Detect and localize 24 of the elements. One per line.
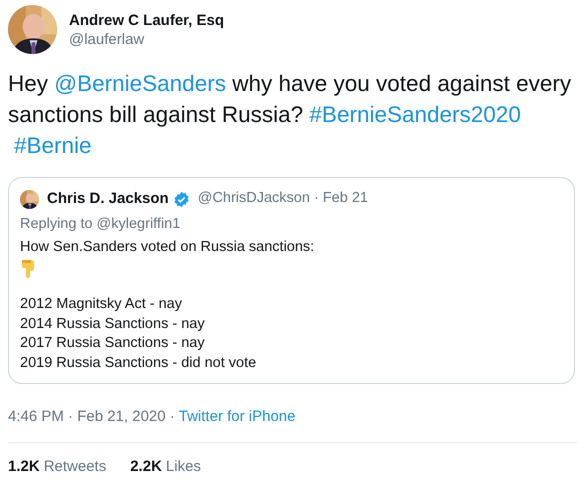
stat-count[interactable]: 2.2K [130,456,162,478]
tweet-source-link[interactable]: Twitter for iPhone [178,406,296,429]
reply-mention[interactable]: @kylegriffin1 [96,214,180,234]
quoted-author-handle: @ChrisDJackson [198,189,310,208]
hashtag-link[interactable]: #BernieSanders2020 [309,102,521,127]
author-handle[interactable]: @lauferlaw [69,30,224,48]
stat-label[interactable]: Retweets [44,456,106,478]
author-name[interactable]: Andrew C Laufer, Esq [69,10,224,30]
quoted-tweet-line: How Sen.Sanders voted on Russia sanctions: [20,238,316,257]
quoted-tweet-date: · Feb 21 [314,189,368,208]
hashtag-link[interactable]: #Bernie [14,130,92,161]
replying-label: Replying to [20,214,93,234]
quoted-tweet-card[interactable] [8,177,575,384]
tweet-timestamp: 4:46 PM · Feb 21, 2020 · [8,407,175,428]
stat-label[interactable]: Likes [166,456,201,478]
tweet-text: Hey @BernieSanders why have you voted against every sanctions bill against Russia? #BernieSanders2020 #Bernie [8,68,573,161]
mention-link[interactable]: @BernieSanders [54,71,226,96]
pointing-down-hand-icon [20,258,36,278]
quoted-tweet-line: 2012 Magnitsky Act - nay [20,295,183,314]
quoted-tweet-line: 2017 Russia Sanctions - nay [20,334,206,354]
quoted-tweet-line: 2014 Russia Sanctions - nay [20,314,206,334]
quoted-tweet-line: 2019 Russia Sanctions - did not vote [20,354,258,373]
quoted-author-name: Chris D. Jackson [47,189,169,209]
stat-count[interactable]: 1.2K [8,456,40,478]
